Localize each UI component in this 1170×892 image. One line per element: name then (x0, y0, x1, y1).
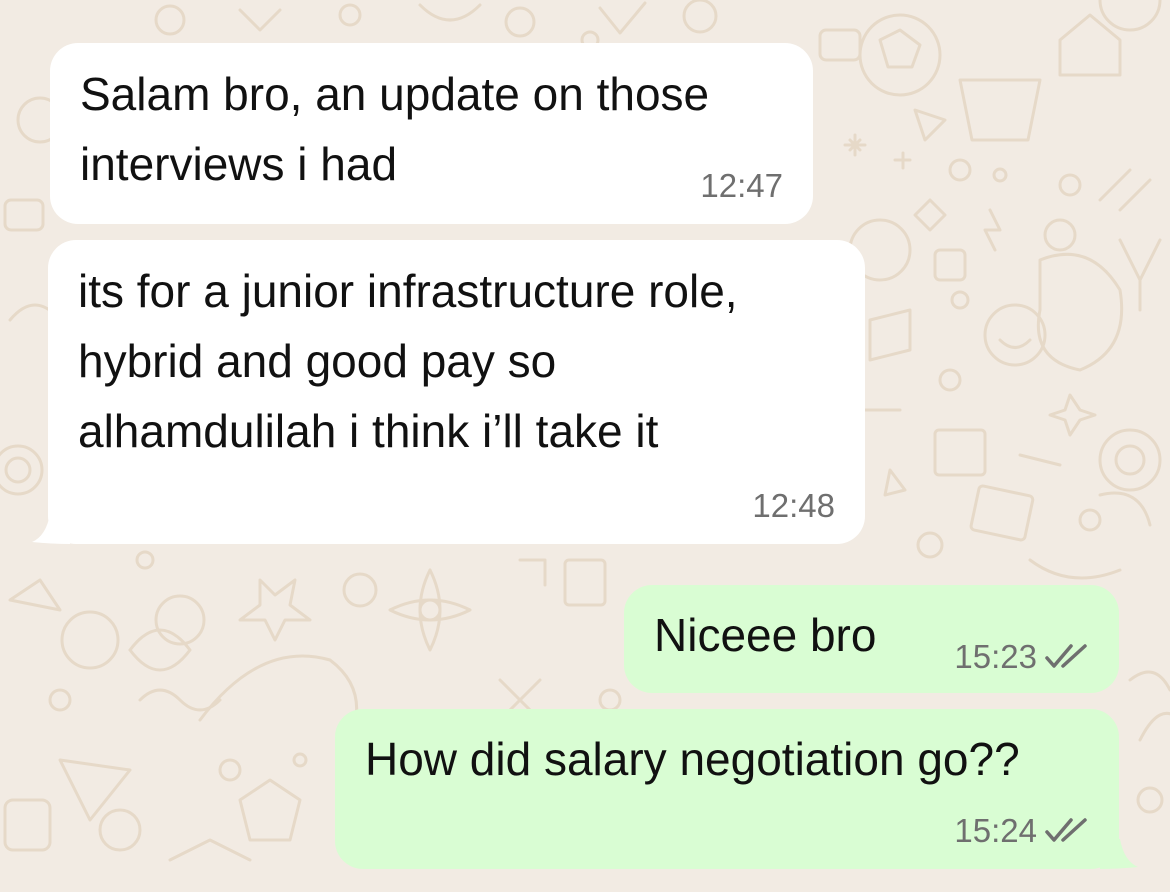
bubble-tail (32, 514, 70, 544)
incoming-message[interactable]: its for a junior infrastructure role, hy… (48, 240, 865, 544)
outgoing-message[interactable]: Niceee bro 15:23 (624, 585, 1119, 693)
bubble-tail (1100, 839, 1138, 869)
double-check-icon (1045, 818, 1087, 842)
incoming-message[interactable]: Salam bro, an update on those interviews… (50, 43, 813, 224)
message-text: How did salary negotiation go?? (365, 733, 1020, 785)
double-check-icon (1045, 644, 1087, 668)
message-time: 12:48 (752, 487, 835, 524)
message-time: 12:47 (700, 167, 783, 204)
message-meta: 12:48 (752, 486, 835, 526)
message-meta: 12:47 (700, 166, 783, 206)
message-time: 15:23 (954, 638, 1037, 675)
message-text: Salam bro, an update on those interviews… (80, 68, 710, 190)
message-meta: 15:23 (954, 637, 1089, 677)
outgoing-message[interactable]: How did salary negotiation go?? 15:24 (335, 709, 1119, 869)
message-time: 15:24 (954, 812, 1037, 849)
message-text: its for a junior infrastructure role, hy… (78, 265, 738, 457)
message-meta: 15:24 (954, 811, 1089, 851)
message-text: Niceee bro (654, 609, 877, 661)
